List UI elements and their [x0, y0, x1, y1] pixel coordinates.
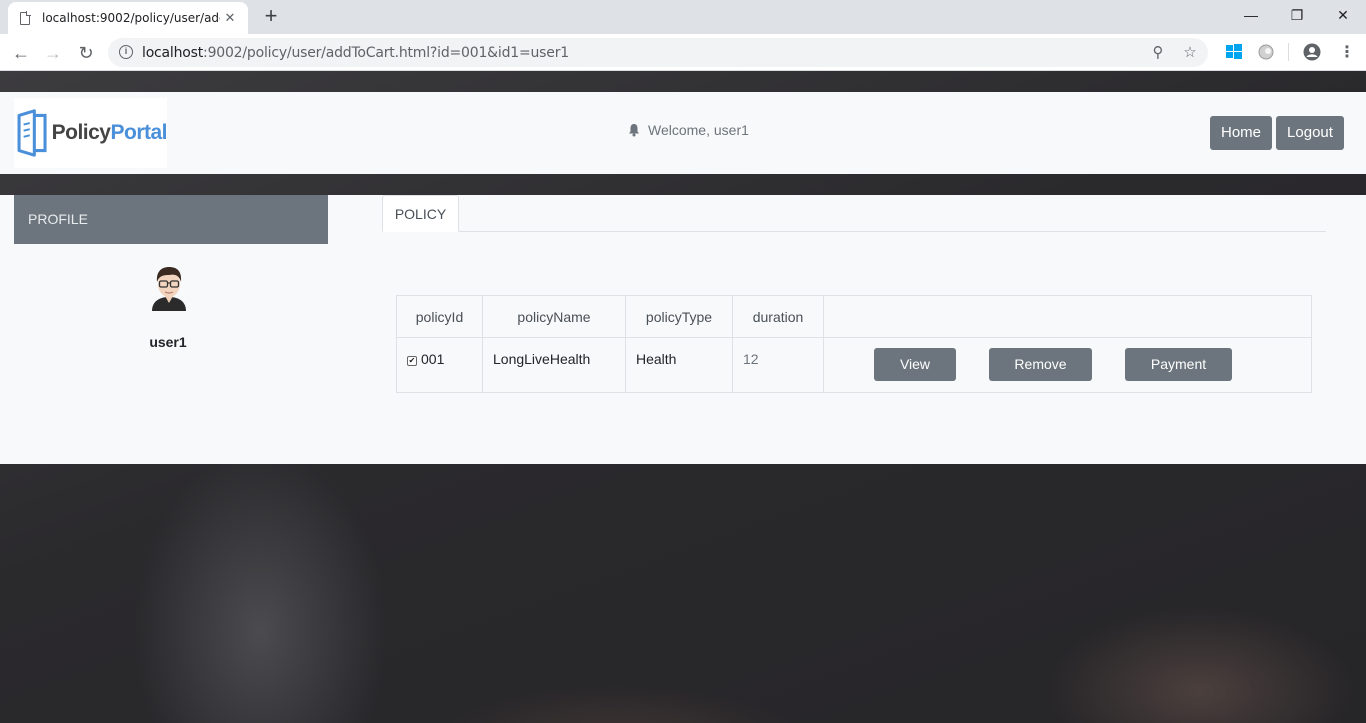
column-header-actions — [823, 295, 1312, 338]
logo-text-accent: Portal — [110, 121, 167, 144]
logo-text: PolicyPortal — [51, 121, 168, 145]
zoom-icon[interactable]: ⚲ — [1148, 43, 1168, 63]
column-header-policyid: policyId — [396, 295, 483, 338]
avatar — [152, 267, 186, 311]
address-bar[interactable]: i localhost:9002/policy/user/addToCart.h… — [108, 38, 1208, 67]
url-host: localhost — [142, 45, 204, 61]
tab-policy[interactable]: POLICY — [382, 195, 459, 232]
profile-username: user1 — [149, 334, 187, 350]
column-header-duration: duration — [732, 295, 824, 338]
url-text[interactable]: localhost:9002/policy/user/addToCart.htm… — [142, 45, 569, 61]
browser-toolbar: ← → ↻ i localhost:9002/policy/user/addTo… — [0, 34, 1366, 71]
menu-icon[interactable]: ⋮ — [1334, 40, 1360, 66]
reload-icon[interactable]: ↻ — [73, 40, 99, 66]
column-header-policytype: policyType — [625, 295, 733, 338]
remove-button[interactable]: Remove — [989, 348, 1092, 381]
cell-policyname: LongLiveHealth — [482, 337, 626, 393]
logo-text-main: Policy — [51, 121, 111, 144]
tabs-divider — [382, 231, 1326, 232]
extension-circle-icon[interactable] — [1256, 42, 1276, 62]
browser-tab[interactable]: localhost:9002/policy/user/addToCart.htm… — [8, 2, 248, 34]
bookmark-star-icon[interactable]: ☆ — [1180, 43, 1200, 63]
row-checkbox[interactable]: ✔ — [407, 356, 417, 366]
forward-icon[interactable]: → — [40, 40, 66, 66]
tab-title: localhost:9002/policy/user/addToCart.htm… — [42, 11, 220, 25]
profile-heading: PROFILE — [14, 195, 328, 244]
policyid-value: 001 — [421, 351, 445, 367]
policy-portal-logo[interactable]: PolicyPortal — [14, 98, 167, 168]
bell-icon[interactable] — [628, 123, 640, 137]
cell-duration: 12 — [732, 337, 824, 393]
column-header-policyname: policyName — [482, 295, 626, 338]
window-close-icon[interactable]: ✕ — [1320, 0, 1366, 30]
cell-policyid: ✔ 001 — [396, 337, 483, 393]
toolbar-divider — [1288, 43, 1289, 61]
windows-extension-icon[interactable] — [1224, 42, 1244, 62]
url-path: :9002/policy/user/addToCart.html?id=001&… — [203, 45, 569, 61]
home-button[interactable]: Home — [1210, 116, 1272, 150]
profile-icon[interactable] — [1302, 42, 1322, 62]
minimize-icon[interactable]: — — [1228, 0, 1274, 30]
restore-icon[interactable]: ❐ — [1274, 0, 1320, 30]
site-info-icon[interactable]: i — [119, 45, 133, 59]
logout-button[interactable]: Logout — [1276, 116, 1344, 150]
main-content: PROFILE user1 POLICY policyId policyName… — [0, 195, 1366, 464]
site-header: PolicyPortal Welcome, user1 Home Logout — [0, 92, 1366, 174]
table-header-row: policyId policyName policyType duration — [396, 295, 1312, 338]
page-icon — [20, 11, 31, 25]
welcome-text: Welcome, user1 — [648, 122, 749, 138]
close-tab-icon[interactable]: ✕ — [222, 10, 238, 26]
new-tab-button[interactable]: + — [258, 4, 284, 30]
payment-button[interactable]: Payment — [1125, 348, 1232, 381]
back-icon[interactable]: ← — [8, 40, 34, 66]
browser-tab-strip: localhost:9002/policy/user/addToCart.htm… — [0, 0, 1366, 34]
logo-book-icon — [17, 109, 47, 157]
view-button[interactable]: View — [874, 348, 956, 381]
cell-policytype: Health — [625, 337, 733, 393]
welcome-message: Welcome, user1 — [628, 122, 749, 138]
